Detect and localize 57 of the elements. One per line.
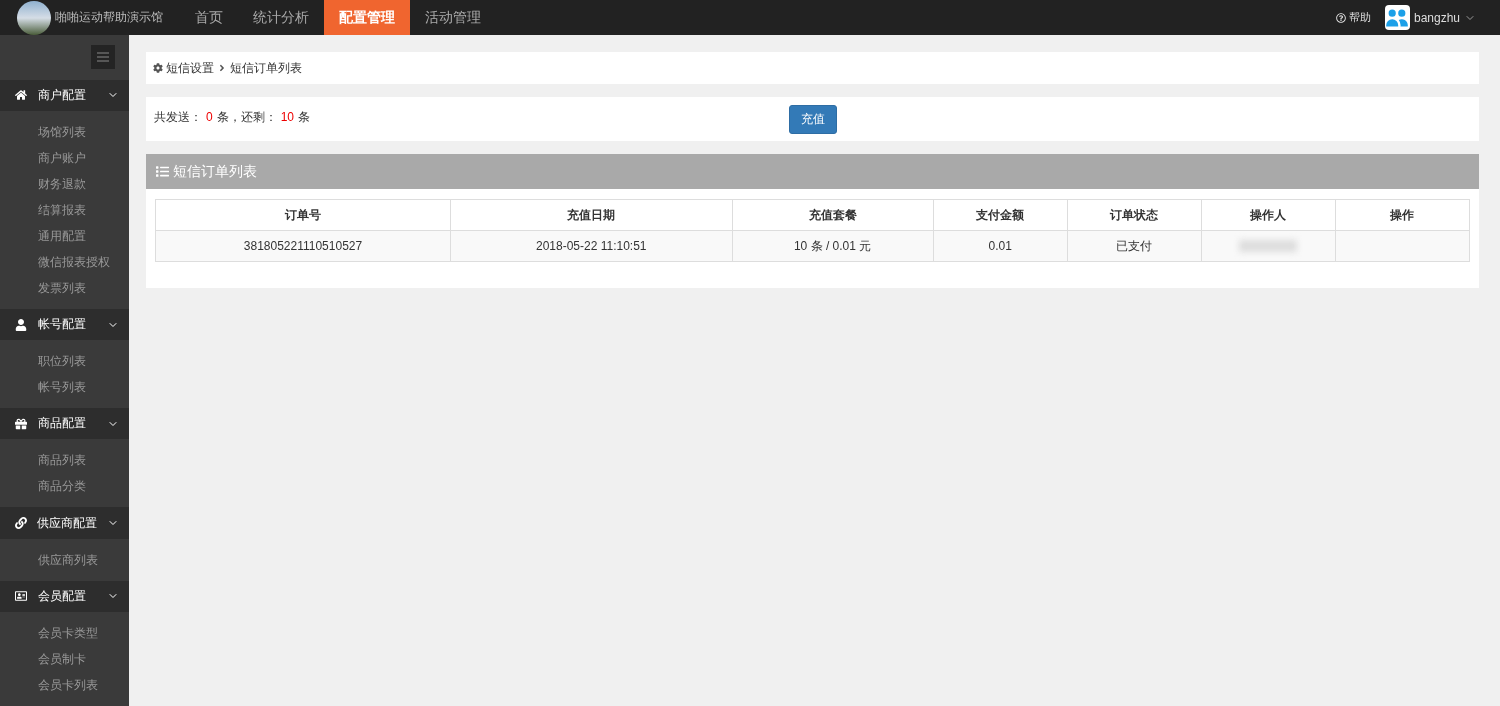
breadcrumb-item[interactable]: 短信设置	[166, 59, 214, 77]
column-header: 订单状态	[1067, 199, 1202, 231]
link-icon	[14, 517, 27, 530]
house-icon	[14, 89, 28, 102]
column-header: 充值套餐	[732, 199, 934, 231]
column-header: 支付金额	[933, 199, 1068, 231]
sidebar-item[interactable]: 会员卡列表	[0, 672, 129, 698]
nav-tab[interactable]: 统计分析	[238, 0, 324, 35]
sidebar-item[interactable]: 会员制卡	[0, 646, 129, 672]
table-cell: 10 条 / 0.01 元	[732, 230, 934, 262]
sidebar-item[interactable]: 微信报表授权	[0, 248, 129, 275]
sidebar-item[interactable]: 会员卡类型	[0, 620, 129, 646]
sidebar-item[interactable]: 通用配置	[0, 222, 129, 249]
user-menu[interactable]: bangzhu	[1384, 0, 1476, 35]
help-link[interactable]: 帮助	[1335, 0, 1371, 35]
settings-icon	[153, 63, 163, 73]
sidebar-group[interactable]: 供应商配置	[0, 507, 129, 539]
sidebar-item[interactable]: 商品分类	[0, 473, 129, 500]
column-header: 订单号	[155, 199, 451, 231]
sidebar-item[interactable]: 供应商列表	[0, 546, 129, 573]
column-header: 操作人	[1201, 199, 1336, 231]
nav-tab[interactable]: 配置管理	[324, 0, 410, 35]
list-icon	[156, 165, 169, 178]
users-icon	[1384, 5, 1410, 30]
sidebar-item[interactable]: 商品列表	[0, 447, 129, 474]
sidebar-item[interactable]: 商户账户	[0, 144, 129, 171]
gift-icon	[14, 417, 28, 430]
breadcrumb-item: 短信订单列表	[230, 59, 302, 77]
sidebar-group[interactable]: 商品配置	[0, 408, 129, 440]
sms-count-text: 共发送： 0 条，还剩： 10 条	[154, 109, 312, 126]
brand-title: 啪啪运动帮助演示馆	[55, 9, 163, 26]
venue-logo	[17, 0, 51, 35]
column-header: 操作	[1335, 199, 1470, 231]
sidebar-item[interactable]: 结算报表	[0, 196, 129, 223]
recharge-button[interactable]: 充值	[788, 105, 837, 134]
sidebar-group[interactable]: 会员配置	[0, 580, 129, 612]
person-icon	[14, 318, 28, 331]
table-cell: 381805221110510527	[155, 230, 451, 262]
sidebar-group[interactable]: 帐号配置	[0, 308, 129, 341]
sidebar-item[interactable]: 发票列表	[0, 274, 129, 301]
sidebar-group[interactable]: 商户配置	[0, 79, 129, 111]
menu-button[interactable]	[91, 45, 115, 70]
nav-tab[interactable]: 首页	[180, 0, 238, 35]
sidebar-item[interactable]: 帐号列表	[0, 374, 129, 401]
table-cell: 已支付	[1067, 230, 1202, 262]
sidebar-item[interactable]: 场馆列表	[0, 118, 129, 145]
column-header: 充值日期	[450, 199, 733, 231]
help-icon	[1335, 12, 1346, 23]
sidebar-item[interactable]: 职位列表	[0, 348, 129, 375]
sidebar-item[interactable]: 财务退款	[0, 170, 129, 197]
chevron-right-icon	[217, 63, 227, 73]
menu-icon	[97, 52, 109, 63]
nav-tab[interactable]: 活动管理	[410, 0, 496, 35]
panel-title: 短信订单列表	[173, 162, 257, 181]
table-cell: 2018-05-22 11:10:51	[450, 230, 733, 262]
table-cell: 0.01	[933, 230, 1068, 262]
id-card-icon	[14, 590, 28, 603]
